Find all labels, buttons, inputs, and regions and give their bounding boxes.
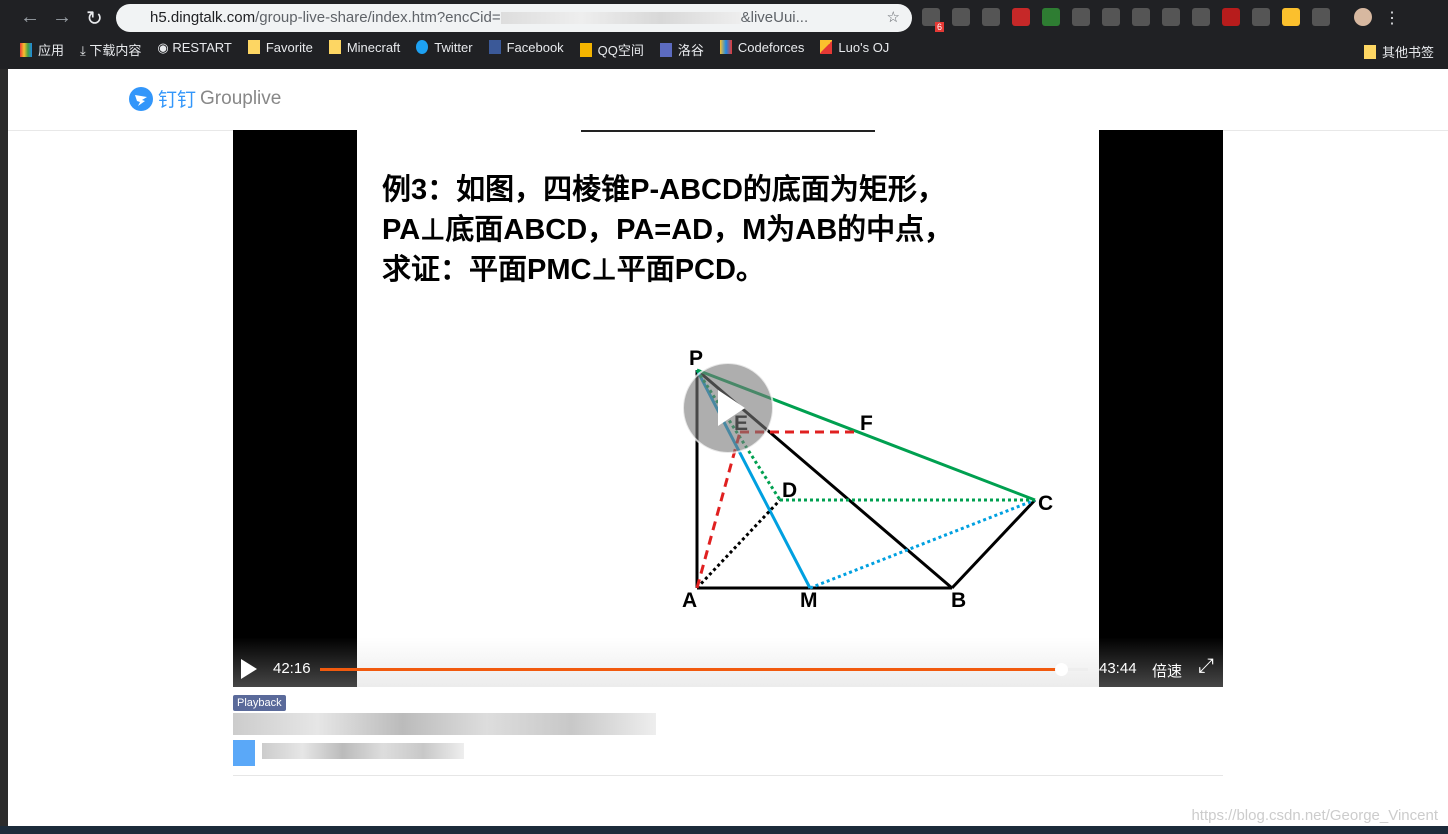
bookmark-minecraft[interactable]: Minecraft (328, 40, 400, 59)
extension-icon[interactable] (952, 8, 970, 26)
bookmark-facebook[interactable]: Facebook (488, 40, 564, 59)
extension-icon[interactable] (1252, 8, 1270, 26)
extension-icon[interactable] (1312, 8, 1330, 26)
edge-MC (809, 498, 1036, 590)
star-icon[interactable]: ☆ (887, 4, 900, 32)
bookmark-favorite[interactable]: Favorite (247, 40, 313, 59)
bookmark-luogu[interactable]: 洛谷 (659, 40, 704, 59)
label-C: C (1038, 492, 1053, 515)
center-play-button (682, 362, 774, 454)
extension-icon[interactable] (982, 8, 1000, 26)
bookmarks-bar: 应用 ⤓ 下载内容 ◉ RESTART Favorite Minecraft T… (20, 40, 889, 59)
duration: 43:44 (1099, 660, 1137, 677)
page-header: 钉钉 Grouplive (8, 69, 1448, 131)
bookmark-downloads[interactable]: ⤓ 下载内容 (80, 40, 141, 59)
blurred-author (262, 743, 464, 759)
other-bookmarks[interactable]: 其他书签 (1363, 42, 1434, 61)
taskbar (0, 826, 1448, 834)
address-bar[interactable]: h5.dingtalk.com/group-live-share/index.h… (116, 4, 912, 32)
extensions: 6 ⋮ (922, 8, 1400, 32)
bookmark-restart[interactable]: ◉ RESTART (157, 40, 231, 59)
label-A: A (682, 589, 697, 612)
extension-icon[interactable] (1102, 8, 1120, 26)
blurred-title (233, 713, 656, 735)
video-player[interactable]: 例3：如图，四棱锥P-ABCD的底面为矩形， PA⊥底面ABCD，PA=AD，M为… (233, 130, 1223, 687)
browser-chrome: ← → ↻ h5.dingtalk.com/group-live-share/i… (0, 0, 1448, 69)
progress-handle[interactable] (1055, 663, 1069, 676)
blurred-avatar (233, 740, 255, 766)
playback-badge: Playback (233, 695, 286, 711)
edge-BC (950, 498, 1037, 590)
extension-icon[interactable] (1162, 8, 1180, 26)
label-P: P (689, 347, 703, 370)
current-time: 42:16 (273, 660, 311, 677)
avatar[interactable] (1354, 8, 1372, 26)
label-D: D (782, 479, 797, 502)
blurred-text (500, 12, 741, 25)
window-edge (0, 69, 8, 826)
dingtalk-icon (129, 86, 153, 111)
fullscreen-icon[interactable]: ⤢ (1198, 655, 1214, 678)
bookmark-twitter[interactable]: Twitter (416, 40, 473, 59)
divider (233, 775, 1223, 776)
extension-icon[interactable] (1282, 8, 1300, 26)
menu-icon[interactable]: ⋮ (1384, 8, 1400, 28)
shield-icon[interactable] (1042, 8, 1060, 26)
speed-button[interactable]: 倍速 (1152, 660, 1182, 681)
geometry-figure: P A M B C D E F (682, 347, 1053, 612)
bookmark-apps[interactable]: 应用 (20, 40, 64, 59)
reload-icon[interactable]: ↻ (86, 6, 103, 31)
bookmark-luos-oj[interactable]: Luo's OJ (820, 40, 889, 59)
extension-icon[interactable] (1072, 8, 1090, 26)
label-B: B (951, 589, 966, 612)
progress-slider[interactable] (320, 663, 1088, 676)
logo[interactable]: 钉钉 Grouplive (128, 85, 281, 112)
back-icon[interactable]: ← (20, 6, 40, 29)
extension-icon[interactable] (1192, 8, 1210, 26)
forward-icon[interactable]: → (52, 6, 72, 29)
pdf-icon[interactable] (1222, 8, 1240, 26)
player-controls: 42:16 43:44 倍速 ⤢ (233, 637, 1223, 687)
bookmark-qzone[interactable]: QQ空间 (579, 40, 644, 59)
adblock-icon[interactable] (1012, 8, 1030, 26)
watermark: https://blog.csdn.net/George_Vincent (1191, 807, 1438, 824)
slide: 例3：如图，四棱锥P-ABCD的底面为矩形， PA⊥底面ABCD，PA=AD，M为… (357, 130, 1099, 687)
bookmark-codeforces[interactable]: Codeforces (719, 40, 804, 59)
play-icon[interactable] (241, 659, 257, 679)
label-M: M (800, 589, 818, 612)
extension-icon[interactable]: 6 (922, 8, 944, 32)
extension-icon[interactable] (1132, 8, 1150, 26)
label-F: F (860, 412, 873, 435)
